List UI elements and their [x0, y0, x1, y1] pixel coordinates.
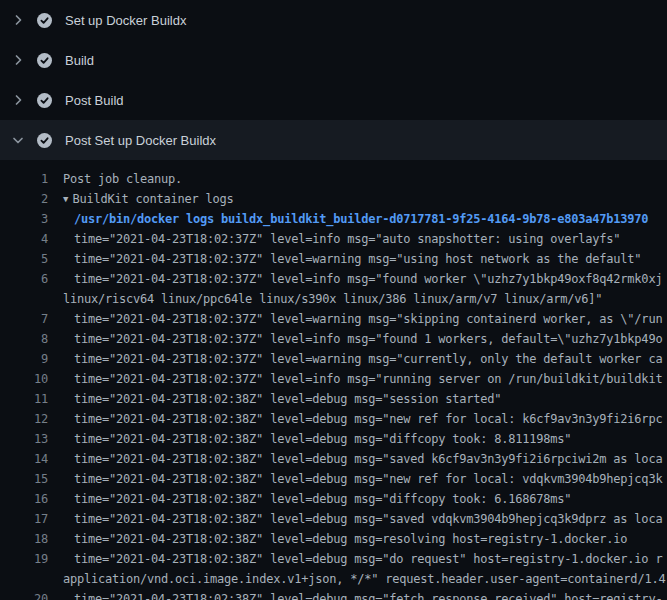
- step-header-post-build[interactable]: Post Build: [0, 80, 667, 120]
- log-text: time="2021-04-23T18:02:37Z" level=info m…: [48, 329, 662, 349]
- log-line: 15time="2021-04-23T18:02:38Z" level=debu…: [0, 469, 667, 489]
- log-text: time="2021-04-23T18:02:38Z" level=debug …: [48, 549, 662, 569]
- log-text: time="2021-04-23T18:02:37Z" level=warnin…: [48, 309, 662, 329]
- log-line: 11time="2021-04-23T18:02:38Z" level=debu…: [0, 389, 667, 409]
- log-line: 13time="2021-04-23T18:02:38Z" level=debu…: [0, 429, 667, 449]
- log-text: time="2021-04-23T18:02:38Z" level=debug …: [48, 449, 662, 469]
- triangle-down-icon: ▼: [63, 189, 68, 209]
- log-line: 2 ▼ BuildKit container logs: [0, 189, 667, 209]
- log-line-wrap: application/vnd.oci.image.index.v1+json,…: [0, 569, 667, 589]
- step-label: Post Set up Docker Buildx: [65, 133, 216, 148]
- log-text: time="2021-04-23T18:02:38Z" level=debug …: [48, 469, 662, 489]
- log-line: 8time="2021-04-23T18:02:37Z" level=info …: [0, 329, 667, 349]
- line-number: 3: [0, 209, 48, 229]
- log-text: time="2021-04-23T18:02:38Z" level=debug …: [48, 589, 662, 600]
- line-number: 12: [0, 409, 48, 429]
- workflow-log-viewer: Set up Docker Buildx Build Post Build Post …: [0, 0, 667, 600]
- log-text: /usr/bin/docker logs buildx_buildkit_bui…: [48, 209, 648, 229]
- log-line: 5time="2021-04-23T18:02:37Z" level=warni…: [0, 249, 667, 269]
- check-circle-icon: [37, 93, 52, 108]
- line-number: 5: [0, 249, 48, 269]
- log-text: time="2021-04-23T18:02:38Z" level=debug …: [48, 509, 662, 529]
- line-number: 2: [0, 189, 48, 209]
- chevron-down-icon: [10, 132, 26, 148]
- log-line: 20time="2021-04-23T18:02:38Z" level=debu…: [0, 589, 667, 600]
- log-text: time="2021-04-23T18:02:38Z" level=debug …: [48, 529, 627, 549]
- log-line: 12time="2021-04-23T18:02:38Z" level=debu…: [0, 409, 667, 429]
- line-number: 16: [0, 489, 48, 509]
- chevron-right-icon: [10, 92, 26, 108]
- line-number: 6: [0, 269, 48, 289]
- step-header-post-set-up-docker-buildx[interactable]: Post Set up Docker Buildx: [0, 120, 667, 160]
- log-text: Post job cleanup.: [48, 169, 182, 189]
- log-line: 18time="2021-04-23T18:02:38Z" level=debu…: [0, 529, 667, 549]
- step-header-set-up-docker-buildx[interactable]: Set up Docker Buildx: [0, 0, 667, 40]
- log-text: time="2021-04-23T18:02:37Z" level=info m…: [48, 229, 620, 249]
- log-group-label: BuildKit container logs: [72, 192, 233, 206]
- log-text: time="2021-04-23T18:02:37Z" level=info m…: [48, 269, 662, 289]
- line-number: 10: [0, 369, 48, 389]
- log-line: 6time="2021-04-23T18:02:37Z" level=info …: [0, 269, 667, 289]
- line-number: 8: [0, 329, 48, 349]
- log-text: linux/riscv64 linux/ppc64le linux/s390x …: [48, 289, 602, 309]
- log-line: 17time="2021-04-23T18:02:38Z" level=debu…: [0, 509, 667, 529]
- line-number: 7: [0, 309, 48, 329]
- log-text: time="2021-04-23T18:02:38Z" level=debug …: [48, 429, 571, 449]
- log-text: time="2021-04-23T18:02:37Z" level=warnin…: [48, 249, 641, 269]
- line-number: [0, 289, 48, 309]
- log-line: 16time="2021-04-23T18:02:38Z" level=debu…: [0, 489, 667, 509]
- log-text: time="2021-04-23T18:02:37Z" level=warnin…: [48, 349, 662, 369]
- log-line: 9time="2021-04-23T18:02:37Z" level=warni…: [0, 349, 667, 369]
- line-number: 14: [0, 449, 48, 469]
- line-number: 1: [0, 169, 48, 189]
- step-label: Build: [65, 53, 94, 68]
- step-header-build[interactable]: Build: [0, 40, 667, 80]
- line-number: 18: [0, 529, 48, 549]
- log-text: application/vnd.oci.image.index.v1+json,…: [48, 569, 665, 589]
- check-circle-icon: [37, 133, 52, 148]
- check-circle-icon: [37, 13, 52, 28]
- line-number: 11: [0, 389, 48, 409]
- log-text: time="2021-04-23T18:02:38Z" level=debug …: [48, 409, 662, 429]
- log-text: time="2021-04-23T18:02:38Z" level=debug …: [48, 389, 501, 409]
- log-text: time="2021-04-23T18:02:37Z" level=info m…: [48, 369, 662, 389]
- line-number: 20: [0, 589, 48, 600]
- step-label: Post Build: [65, 93, 124, 108]
- log-lines: 1Post job cleanup.2 ▼ BuildKit container l…: [0, 160, 667, 600]
- log-line: 4time="2021-04-23T18:02:37Z" level=info …: [0, 229, 667, 249]
- log-line: 7time="2021-04-23T18:02:37Z" level=warni…: [0, 309, 667, 329]
- log-text: time="2021-04-23T18:02:38Z" level=debug …: [48, 489, 571, 509]
- line-number: 15: [0, 469, 48, 489]
- line-number: 4: [0, 229, 48, 249]
- log-line: 10time="2021-04-23T18:02:37Z" level=info…: [0, 369, 667, 389]
- line-number: 19: [0, 549, 48, 569]
- line-number: 17: [0, 509, 48, 529]
- log-line: 19time="2021-04-23T18:02:38Z" level=debu…: [0, 549, 667, 569]
- step-label: Set up Docker Buildx: [65, 13, 186, 28]
- log-line-wrap: linux/riscv64 linux/ppc64le linux/s390x …: [0, 289, 667, 309]
- line-number: [0, 569, 48, 589]
- line-number: 13: [0, 429, 48, 449]
- line-number: 9: [0, 349, 48, 369]
- log-group-toggle[interactable]: ▼ BuildKit container logs: [48, 189, 234, 209]
- check-circle-icon: [37, 53, 52, 68]
- chevron-right-icon: [10, 52, 26, 68]
- log-line: 14time="2021-04-23T18:02:38Z" level=debu…: [0, 449, 667, 469]
- log-line: 1Post job cleanup.: [0, 169, 667, 189]
- chevron-right-icon: [10, 12, 26, 28]
- log-line: 3/usr/bin/docker logs buildx_buildkit_bu…: [0, 209, 667, 229]
